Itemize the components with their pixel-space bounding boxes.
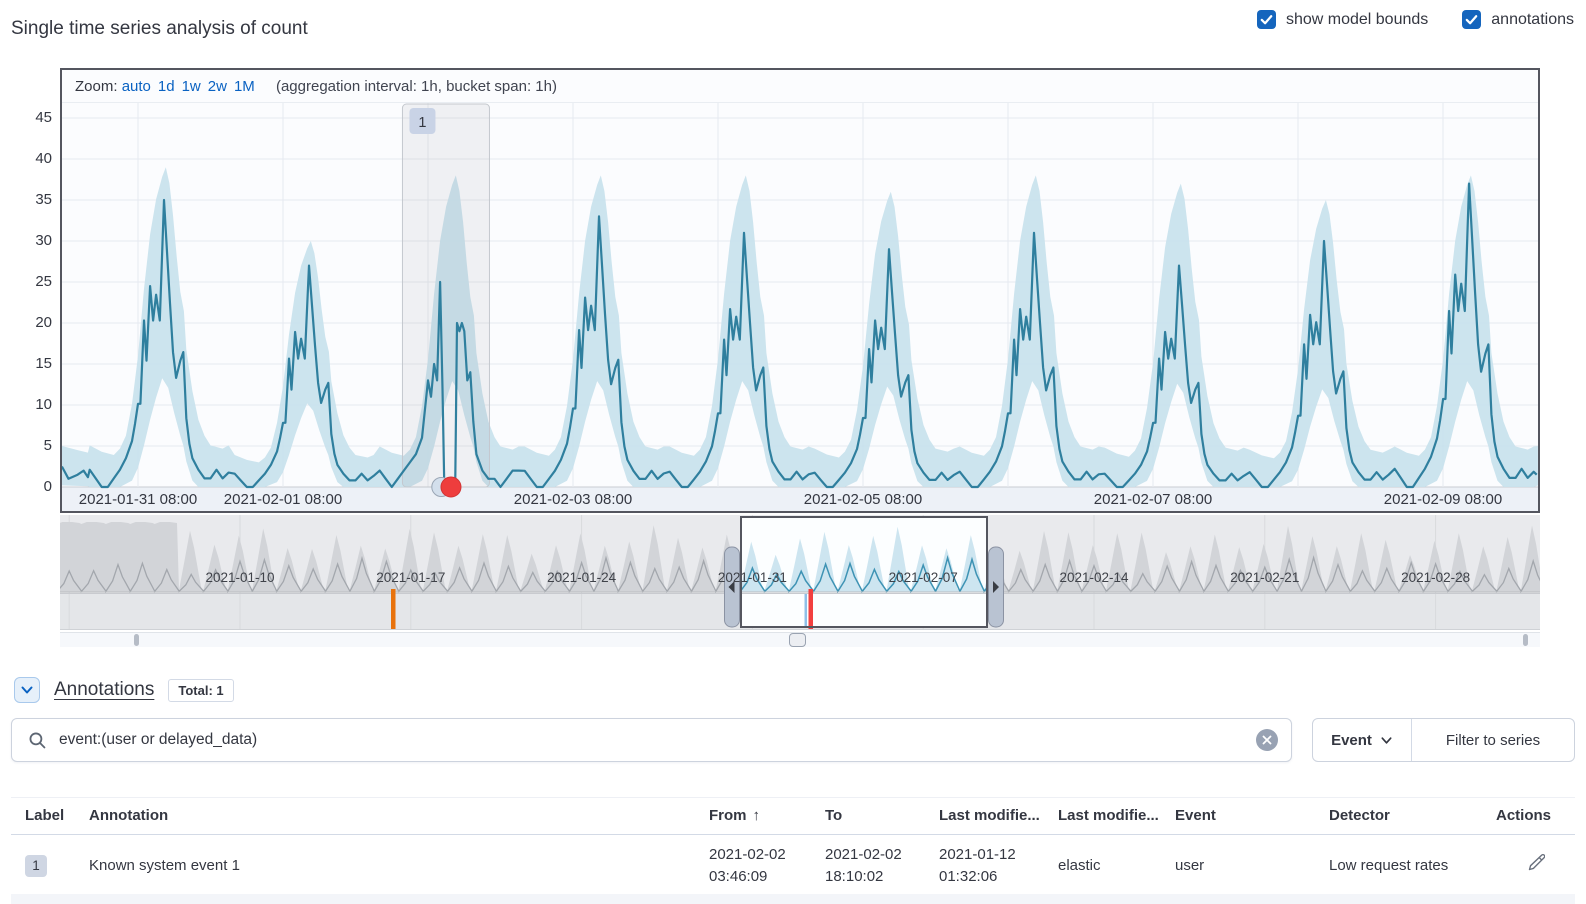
zoom-controls: Zoom: auto 1d 1w 2w 1M (aggregation interval… [62, 70, 1538, 103]
cell-label: 1 [11, 835, 75, 898]
aggregation-note: (aggregation interval: 1h, bucket span: … [276, 78, 557, 95]
y-tick-label: 10 [12, 396, 52, 413]
column-header-detector[interactable]: Detector [1315, 798, 1482, 835]
swimlane-annotation-marker[interactable] [805, 594, 808, 628]
y-tick-label: 25 [12, 273, 52, 290]
annotations-table: LabelAnnotationFrom↑ToLast modifie...Las… [11, 797, 1575, 898]
scrollbar-thumb[interactable] [789, 633, 806, 647]
search-input[interactable] [59, 731, 1256, 749]
scrollbar-left-grip[interactable] [134, 634, 139, 646]
navigator-tick-label: 2021-01-31 [718, 570, 787, 585]
x-tick-label: 2021-02-07 08:00 [1094, 491, 1212, 508]
checkbox-checked-icon [1462, 10, 1481, 29]
x-tick-label: 2021-01-31 08:00 [79, 491, 197, 508]
navigator-left-handle[interactable] [725, 547, 740, 627]
cell-detector: Low request rates [1315, 835, 1482, 898]
navigator-tick-label: 2021-02-21 [1230, 570, 1299, 585]
search-icon [28, 731, 47, 750]
navigator-tick-label: 2021-02-14 [1059, 570, 1128, 585]
cell-to: 2021-02-0218:10:02 [811, 835, 925, 898]
chevron-down-icon [1380, 734, 1393, 747]
filter-to-series-button[interactable]: Filter to series [1411, 719, 1574, 761]
navigator-tick-label: 2021-01-17 [376, 570, 445, 585]
x-tick-label: 2021-02-01 08:00 [224, 491, 342, 508]
zoom-option-auto[interactable]: auto [122, 78, 151, 95]
annotations-heading: Annotations [54, 679, 154, 701]
navigator-tick-label: 2021-02-07 [889, 570, 958, 585]
navigator-scrollbar[interactable] [60, 632, 1540, 647]
svg-text:1: 1 [418, 115, 426, 131]
table-footer-strip [11, 894, 1575, 904]
x-tick-label: 2021-02-05 08:00 [804, 491, 922, 508]
navigator-right-handle[interactable] [989, 547, 1004, 627]
swimlane-anomaly-marker[interactable] [391, 589, 396, 629]
column-header-last_modified_date[interactable]: Last modifie... [925, 798, 1044, 835]
chevron-down-icon [20, 683, 34, 697]
zoom-option-1d[interactable]: 1d [158, 78, 175, 95]
column-header-event[interactable]: Event [1161, 798, 1315, 835]
clear-search-icon[interactable] [1256, 729, 1278, 751]
column-header-annotation[interactable]: Annotation [75, 798, 695, 835]
zoom-option-1w[interactable]: 1w [182, 78, 201, 95]
cell-event: user [1161, 835, 1315, 898]
timeseries-focus-chart[interactable]: Zoom: auto 1d 1w 2w 1M (aggregation interval… [60, 68, 1540, 513]
y-tick-label: 40 [12, 150, 52, 167]
cell-last_modified_date: 2021-01-1201:32:06 [925, 835, 1044, 898]
column-header-to[interactable]: To [811, 798, 925, 835]
anomaly-marker[interactable] [441, 477, 461, 497]
y-tick-label: 0 [12, 478, 52, 495]
x-tick-label: 2021-02-09 08:00 [1384, 491, 1502, 508]
table-row: 1Known system event 12021-02-0203:46:092… [11, 835, 1575, 898]
scrollbar-right-grip[interactable] [1523, 634, 1528, 646]
zoom-option-1M[interactable]: 1M [234, 78, 255, 95]
annotations-label: annotations [1491, 11, 1574, 29]
navigator-tick-label: 2021-01-10 [205, 570, 274, 585]
cell-last_modified_by: elastic [1044, 835, 1161, 898]
y-tick-label: 15 [12, 355, 52, 372]
column-header-from[interactable]: From↑ [695, 798, 811, 835]
navigator-tick-label: 2021-02-28 [1401, 570, 1470, 585]
annotations-checkbox[interactable]: annotations [1462, 10, 1574, 29]
page-title: Single time series analysis of count [11, 18, 308, 40]
cell-actions [1482, 835, 1575, 898]
y-tick-label: 35 [12, 191, 52, 208]
annotation-label-badge: 1 [25, 855, 47, 877]
y-tick-label: 45 [12, 109, 52, 126]
show-model-bounds-checkbox[interactable]: show model bounds [1257, 10, 1428, 29]
y-tick-label: 30 [12, 232, 52, 249]
sort-ascending-icon: ↑ [753, 807, 761, 824]
event-filter-dropdown[interactable]: Event [1313, 719, 1411, 761]
show-model-bounds-label: show model bounds [1286, 11, 1428, 29]
column-header-label: Label [11, 798, 75, 835]
edit-annotation-button[interactable] [1528, 854, 1545, 871]
annotation-region[interactable] [402, 104, 489, 487]
checkbox-checked-icon [1257, 10, 1276, 29]
annotations-total-badge: Total: 1 [168, 679, 233, 702]
x-tick-label: 2021-02-03 08:00 [514, 491, 632, 508]
context-navigator-chart[interactable]: 2021-01-10 2021-01-17 2021-01-24 2021-01-31… [60, 515, 1540, 630]
swimlane-anomaly-marker[interactable] [809, 589, 814, 629]
zoom-option-2w[interactable]: 2w [208, 78, 227, 95]
annotations-search-field[interactable] [11, 718, 1292, 762]
y-tick-label: 5 [12, 437, 52, 454]
column-header-last_modified_by[interactable]: Last modifie... [1044, 798, 1161, 835]
cell-annotation: Known system event 1 [75, 835, 695, 898]
cell-from: 2021-02-0203:46:09 [695, 835, 811, 898]
navigator-tick-label: 2021-01-24 [547, 570, 616, 585]
zoom-label: Zoom: [75, 78, 118, 95]
column-header-actions: Actions [1482, 798, 1575, 835]
y-tick-label: 20 [12, 314, 52, 331]
annotations-collapse-button[interactable] [14, 677, 40, 703]
